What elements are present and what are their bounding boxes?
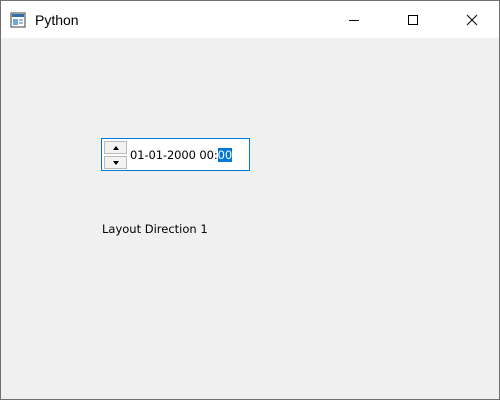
close-icon xyxy=(466,14,478,26)
minimize-icon xyxy=(348,14,360,26)
spin-up-button[interactable] xyxy=(104,141,127,154)
datetime-edit[interactable]: 01-01-2000 00:00 xyxy=(101,138,250,171)
client-area: 01-01-2000 00:00 Layout Direction 1 xyxy=(1,38,499,399)
app-window: Python 01-01-2000 00:00 Layout Direction… xyxy=(0,0,500,400)
maximize-button[interactable] xyxy=(390,1,436,38)
close-button[interactable] xyxy=(449,1,495,38)
spin-down-button[interactable] xyxy=(104,156,127,169)
maximize-icon xyxy=(407,14,419,26)
datetime-selected-section[interactable]: 00 xyxy=(217,148,232,162)
datetime-value-text: 01-01-2000 00: xyxy=(130,148,218,162)
window-title: Python xyxy=(35,12,79,28)
arrow-down-icon xyxy=(112,160,119,165)
layout-direction-label: Layout Direction 1 xyxy=(102,222,208,236)
arrow-up-icon xyxy=(112,145,119,150)
python-window-icon xyxy=(10,12,26,28)
datetime-value[interactable]: 01-01-2000 00:00 xyxy=(130,148,232,162)
title-bar[interactable]: Python xyxy=(1,1,499,38)
spin-box-buttons xyxy=(104,141,127,169)
minimize-button[interactable] xyxy=(331,1,377,38)
